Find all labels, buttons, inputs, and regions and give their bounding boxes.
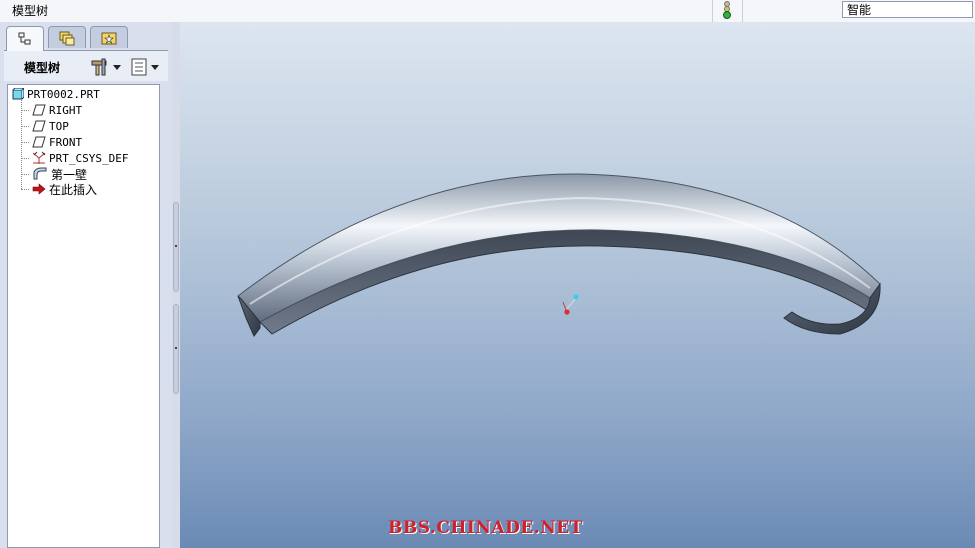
sheetmetal-wall-icon [33, 167, 47, 180]
folders-icon [59, 31, 75, 45]
top-bar: 模型树 智能 [0, 0, 975, 23]
folder-browser-tab[interactable] [48, 26, 86, 48]
toolbar-separator [712, 0, 713, 22]
selection-filter-dropdown[interactable]: 智能 [842, 1, 973, 18]
star-folder-icon [101, 32, 117, 44]
tree-connector [21, 126, 29, 127]
tree-item-label: TOP [49, 119, 69, 133]
tree-show-button[interactable] [130, 56, 159, 78]
datum-plane-icon [32, 136, 46, 148]
model-tree-header-label: 模型树 [24, 61, 61, 75]
list-show-icon [131, 58, 147, 76]
favorites-tab[interactable] [90, 26, 128, 48]
tree-item-insert-here[interactable]: 在此插入 [32, 181, 97, 197]
tree-settings-button[interactable] [90, 56, 121, 78]
navigator-panel: 模型树 PRT0002.PRT RIGHT TOP FRONT PRT_CSYS… [0, 22, 172, 548]
tree-item-label: FRONT [49, 135, 83, 149]
tree-connector [21, 142, 29, 143]
splitter-grip[interactable] [173, 304, 179, 394]
tree-item-label: 在此插入 [49, 182, 98, 197]
chevron-down-icon [113, 64, 121, 70]
tree-item-top[interactable]: TOP [32, 118, 69, 134]
tree-item-right[interactable]: RIGHT [32, 102, 82, 118]
curved-tube-model[interactable] [180, 22, 975, 548]
splitter-grip[interactable] [173, 202, 179, 292]
model-tree-header: 模型树 [4, 50, 168, 81]
csys-triad-icon [562, 294, 579, 315]
part-icon [12, 88, 24, 100]
tree-item-label: PRT_CSYS_DEF [49, 151, 129, 165]
tree-item-front[interactable]: FRONT [32, 134, 82, 150]
chevron-down-icon [151, 64, 159, 70]
tree-item-part[interactable]: PRT0002.PRT [12, 86, 100, 102]
tree-structure-icon [18, 32, 31, 45]
datum-plane-icon [32, 104, 46, 116]
tree-connector [21, 158, 29, 159]
tree-item-label: RIGHT [49, 103, 83, 117]
toolbar-separator [742, 0, 743, 22]
tree-item-csys[interactable]: PRT_CSYS_DEF [32, 150, 128, 166]
tree-connector [21, 174, 29, 175]
window-title: 模型树 [12, 4, 49, 18]
selection-filter-value: 智能 [847, 3, 872, 17]
forum-watermark: BBS.CHINADE.NET [388, 518, 583, 538]
coordinate-system-icon [32, 151, 46, 164]
tree-connector [21, 189, 29, 190]
status-light-icon [723, 1, 731, 19]
tools-settings-icon [91, 58, 107, 76]
tree-item-label: PRT0002.PRT [27, 87, 100, 101]
insert-here-arrow-icon [32, 183, 46, 195]
datum-plane-icon [32, 120, 46, 132]
model-tree: PRT0002.PRT RIGHT TOP FRONT PRT_CSYS_DEF… [7, 84, 160, 548]
panel-splitter[interactable] [172, 22, 180, 548]
graphics-viewport[interactable]: BBS.CHINADE.NET [180, 22, 975, 548]
model-tree-tab[interactable] [6, 26, 44, 51]
tree-connector [21, 110, 29, 111]
